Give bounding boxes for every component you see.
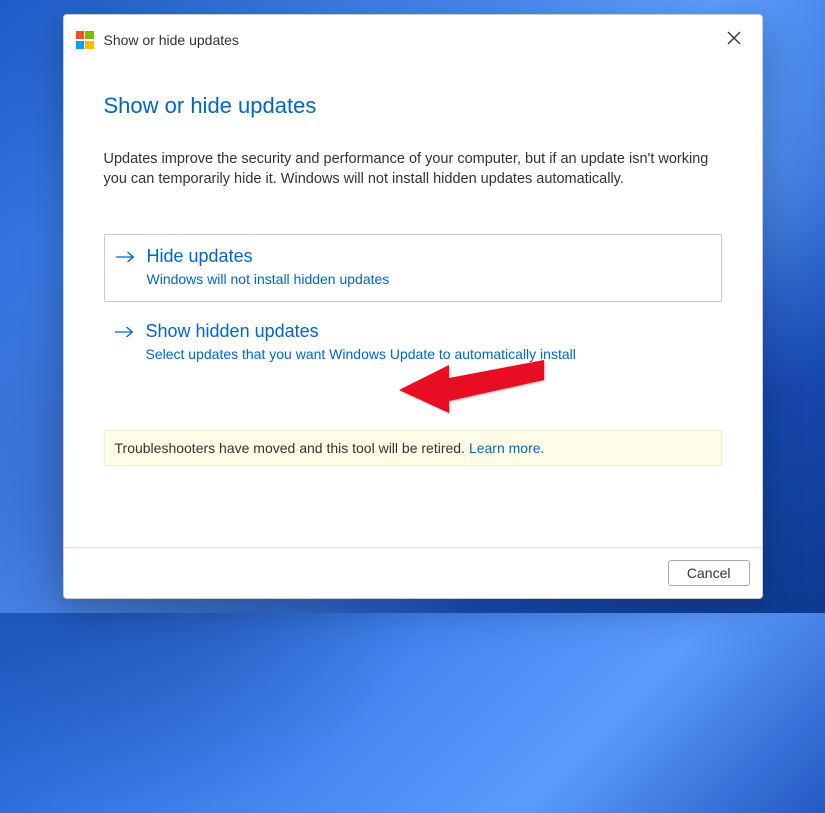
page-description: Updates improve the security and perform… <box>104 149 722 190</box>
option-text: Show hidden updates Select updates that … <box>146 320 576 364</box>
option-show-hidden-updates[interactable]: Show hidden updates Select updates that … <box>104 310 722 376</box>
option-subtitle: Windows will not install hidden updates <box>147 270 390 289</box>
option-hide-updates[interactable]: Hide updates Windows will not install hi… <box>104 234 722 302</box>
microsoft-logo-icon <box>76 31 94 49</box>
dialog-footer: Cancel <box>64 547 762 598</box>
arrow-right-icon <box>114 325 134 339</box>
close-button[interactable] <box>714 25 754 55</box>
cancel-button[interactable]: Cancel <box>668 560 750 586</box>
notice-text: Troubleshooters have moved and this tool… <box>115 440 465 456</box>
option-title: Show hidden updates <box>146 320 576 343</box>
page-heading: Show or hide updates <box>104 93 722 119</box>
option-subtitle: Select updates that you want Windows Upd… <box>146 345 576 364</box>
close-icon <box>727 31 741 50</box>
option-text: Hide updates Windows will not install hi… <box>147 245 390 289</box>
retirement-notice: Troubleshooters have moved and this tool… <box>104 430 722 466</box>
show-hide-updates-dialog: Show or hide updates Show or hide update… <box>63 14 763 599</box>
window-title: Show or hide updates <box>104 32 239 48</box>
title-bar-left: Show or hide updates <box>76 31 239 49</box>
title-bar: Show or hide updates <box>64 15 762 59</box>
dialog-content: Show or hide updates Updates improve the… <box>64 59 762 547</box>
learn-more-link[interactable]: Learn more. <box>469 440 544 456</box>
arrow-right-icon <box>115 250 135 264</box>
option-title: Hide updates <box>147 245 390 268</box>
